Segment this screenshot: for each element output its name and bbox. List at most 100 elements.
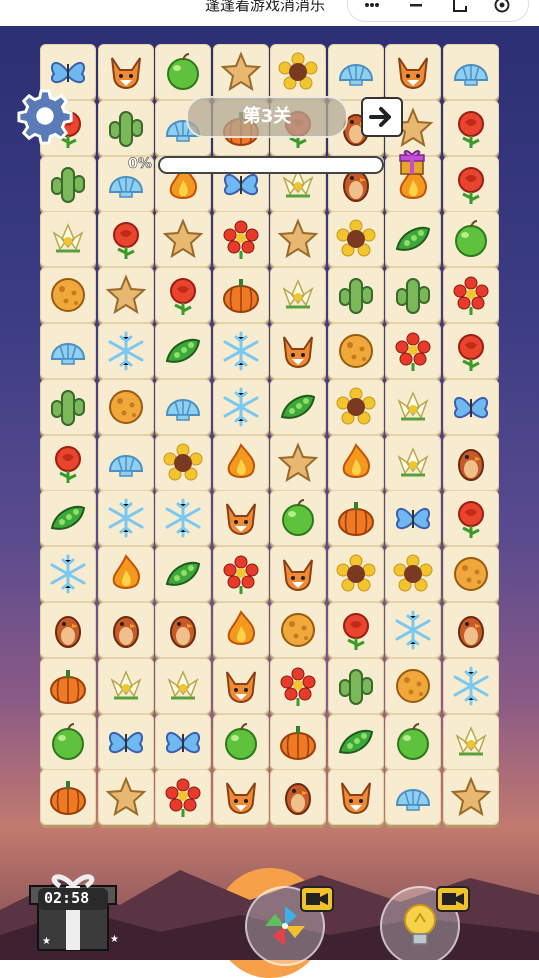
tile-rose[interactable] [97,211,154,268]
tile-peapod[interactable] [155,323,211,379]
tile-flower[interactable] [442,267,499,324]
tile-star[interactable] [97,267,154,324]
tile-butterfly[interactable] [97,713,154,770]
tile-cheese[interactable] [442,546,499,603]
tile-pumpkin[interactable] [40,769,96,826]
tile-lily[interactable] [442,713,499,770]
tile-rose[interactable] [40,434,96,491]
tile-robin[interactable] [442,602,499,658]
tile-fox[interactable] [212,769,269,826]
tile-flower[interactable] [212,211,269,268]
tile-flower[interactable] [212,546,269,603]
tile-cheese[interactable] [40,267,96,324]
tile-shell[interactable] [155,378,211,435]
tile-apple[interactable] [270,490,326,547]
tile-cactus[interactable] [327,657,384,714]
tile-rose[interactable] [155,267,211,324]
tile-peapod[interactable] [270,378,326,435]
tile-star[interactable] [97,769,154,826]
tile-snowflake[interactable] [40,546,96,603]
tile-apple[interactable] [155,44,211,100]
tile-snowflake[interactable] [155,490,211,547]
tile-robin[interactable] [155,602,211,658]
tile-apple[interactable] [212,713,269,770]
tile-flower[interactable] [270,657,326,714]
tile-fox[interactable] [327,769,384,826]
tile-lily[interactable] [385,378,441,435]
tile-pumpkin[interactable] [212,267,269,324]
tile-fox[interactable] [97,44,154,100]
tile-apple[interactable] [40,713,96,770]
tile-apple[interactable] [442,211,499,268]
tile-pumpkin[interactable] [40,657,96,714]
tile-sunflower[interactable] [270,44,326,100]
tile-rose[interactable] [327,602,384,658]
tile-peapod[interactable] [40,490,96,547]
tile-cheese[interactable] [385,657,441,714]
tile-star[interactable] [270,434,326,491]
tile-star[interactable] [270,211,326,268]
tile-fire[interactable] [327,434,384,491]
tile-lily[interactable] [97,657,154,714]
tile-star[interactable] [212,44,269,100]
tile-sunflower[interactable] [327,211,384,268]
tile-shell[interactable] [385,769,441,826]
tile-cactus[interactable] [40,155,96,212]
tile-rose[interactable] [442,155,499,212]
tile-robin[interactable] [40,602,96,658]
tile-star[interactable] [442,769,499,826]
tile-sunflower[interactable] [155,434,211,491]
tile-snowflake[interactable] [97,323,154,379]
tile-peapod[interactable] [327,713,384,770]
tile-cheese[interactable] [270,602,326,658]
tile-cactus[interactable] [385,267,441,324]
tile-fox[interactable] [270,546,326,603]
gift-box-icon[interactable]: ★ ★ [24,868,120,954]
tile-cactus[interactable] [40,378,96,435]
tile-pumpkin[interactable] [327,490,384,547]
tile-shell[interactable] [97,434,154,491]
tile-flower[interactable] [155,769,211,826]
tile-butterfly[interactable] [155,713,211,770]
tile-cheese[interactable] [327,323,384,379]
tile-lily[interactable] [385,434,441,491]
tile-rose[interactable] [442,490,499,547]
next-level-arrow-icon[interactable] [361,97,403,137]
tile-rose[interactable] [442,99,499,156]
tile-lily[interactable] [270,267,326,324]
tile-fire[interactable] [212,602,269,658]
tile-butterfly[interactable] [385,490,441,547]
tile-star[interactable] [155,211,211,268]
tile-cactus[interactable] [97,99,154,156]
tile-snowflake[interactable] [212,323,269,379]
close-target-icon[interactable] [494,0,510,13]
tile-butterfly[interactable] [442,378,499,435]
tile-snowflake[interactable] [442,657,499,714]
more-dots-icon[interactable] [364,0,380,13]
tile-shell[interactable] [40,323,96,379]
tile-sunflower[interactable] [327,378,384,435]
tile-robin[interactable] [97,602,154,658]
tile-shell[interactable] [442,44,499,100]
tile-cactus[interactable] [327,267,384,324]
tile-robin[interactable] [442,434,499,491]
tile-robin[interactable] [270,769,326,826]
minimize-icon[interactable] [408,0,424,13]
tile-snowflake[interactable] [97,490,154,547]
tile-fox[interactable] [385,44,441,100]
tile-lily[interactable] [40,211,96,268]
tile-rose[interactable] [442,323,499,379]
tile-shell[interactable] [327,44,384,100]
tile-fox[interactable] [212,490,269,547]
share-icon[interactable] [452,0,468,13]
tile-apple[interactable] [385,713,441,770]
tile-fire[interactable] [212,434,269,491]
tile-fox[interactable] [270,323,326,379]
tile-fire[interactable] [97,546,154,603]
tile-snowflake[interactable] [212,378,269,435]
tile-cheese[interactable] [97,378,154,435]
tile-flower[interactable] [385,323,441,379]
tile-pumpkin[interactable] [270,713,326,770]
mini-program-capsule[interactable] [347,0,529,22]
tile-peapod[interactable] [155,546,211,603]
